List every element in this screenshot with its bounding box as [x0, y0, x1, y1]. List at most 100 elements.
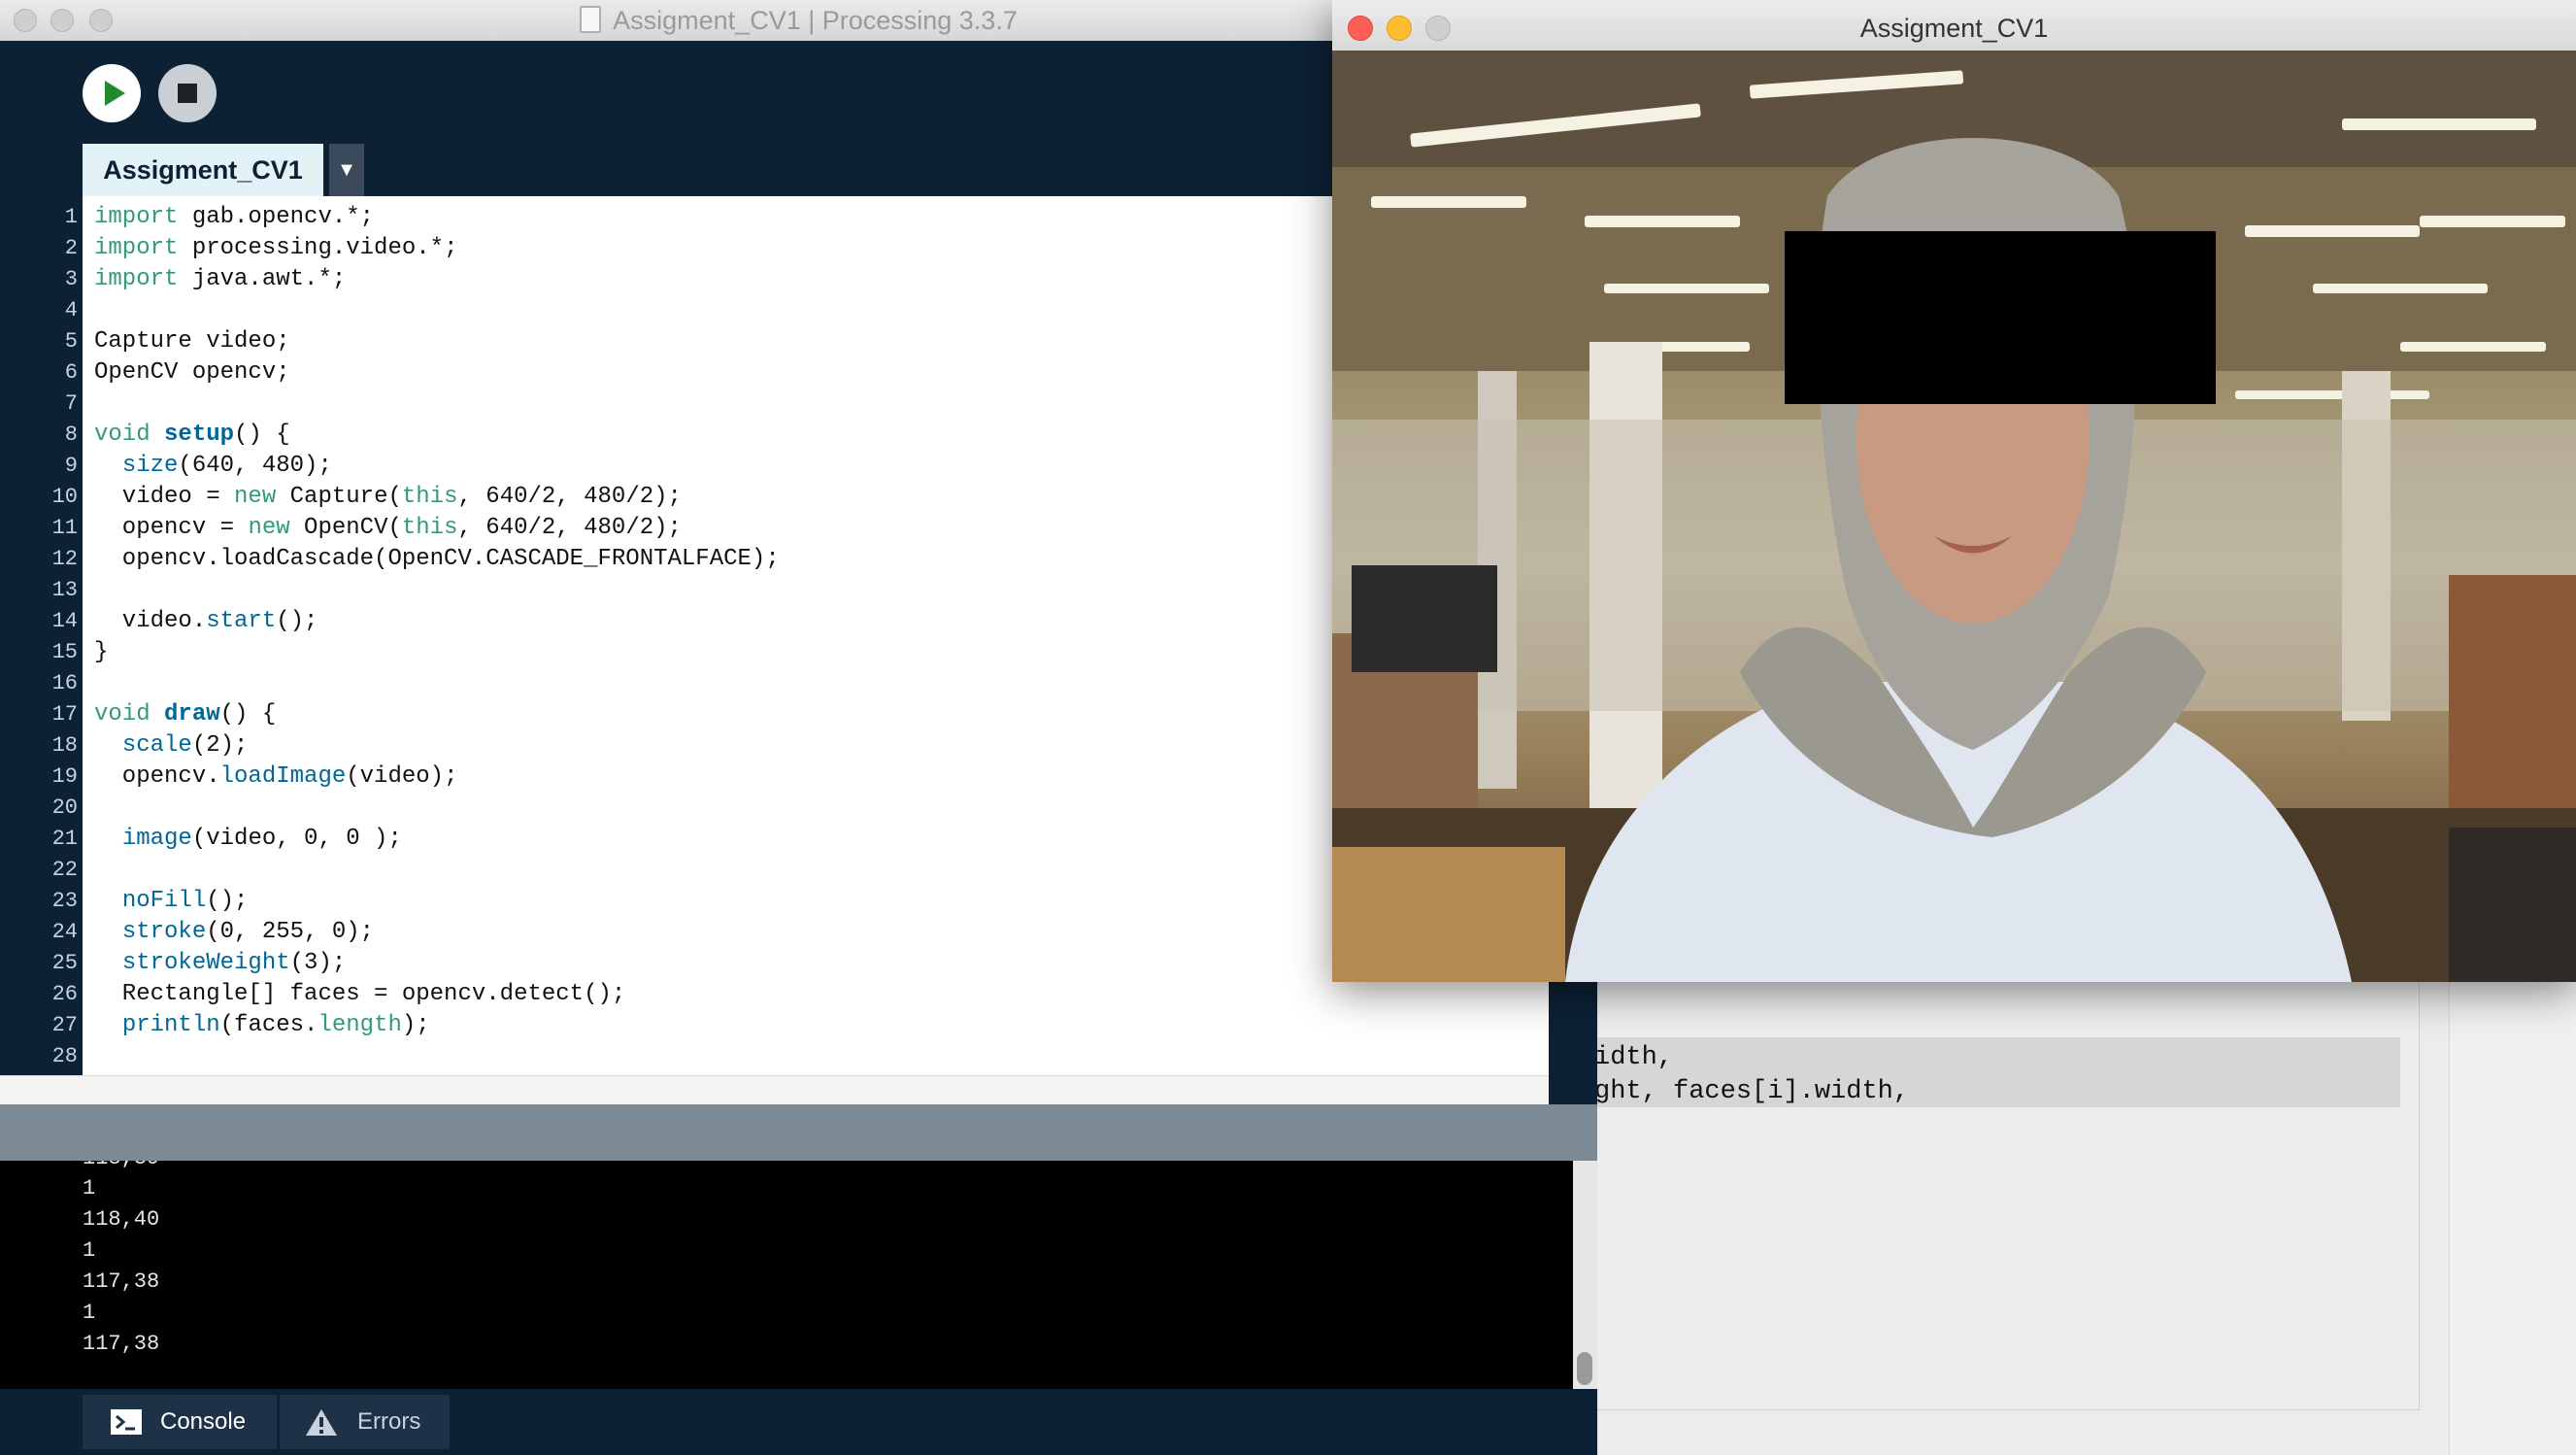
line-number: 21 — [51, 827, 78, 851]
code-line: opencv = new OpenCV(this, 640/2, 480/2); — [94, 513, 682, 544]
line-number: 25 — [51, 951, 78, 975]
ide-title-text: Assigment_CV1 | Processing 3.3.7 — [613, 6, 1018, 35]
tab-errors[interactable]: Errors — [280, 1395, 450, 1449]
tab-console-label: Console — [160, 1408, 247, 1435]
line-number: 2 — [64, 236, 78, 260]
code-token: (3); — [289, 950, 347, 976]
code-line: size(640, 480); — [94, 451, 332, 482]
console-line: 118,40 — [83, 1207, 160, 1232]
code-line: Rectangle[] faces = opencv.detect(); — [94, 981, 626, 1007]
code-line: OpenCV opencv; — [94, 359, 290, 386]
code-line: println(faces.length); — [94, 1010, 430, 1041]
function-token: image — [121, 826, 192, 852]
function-token: start — [206, 608, 277, 634]
keyword-token: this — [401, 484, 458, 510]
webcam-video-frame — [1332, 51, 2576, 982]
code-token: video = — [94, 484, 235, 510]
editor-console-divider[interactable] — [0, 1104, 1597, 1161]
console-output[interactable]: 118,39 1 118,40 1 117,38 1 117,38 — [0, 1161, 1573, 1389]
line-number: 23 — [51, 889, 78, 913]
line-number: 22 — [51, 858, 78, 882]
code-line: import gab.opencv.*; — [94, 202, 374, 233]
line-number: 9 — [64, 454, 78, 478]
code-token: opencv = — [94, 515, 249, 541]
code-token: (2); — [191, 732, 249, 759]
webcam-scene — [1332, 51, 2576, 982]
keyword-token: import — [94, 204, 179, 230]
keyword-token: import — [94, 235, 179, 261]
code-line: strokeWeight(3); — [94, 948, 346, 979]
tab-assigment-cv1[interactable]: Assigment_CV1 — [83, 144, 323, 196]
function-token: strokeWeight — [121, 950, 290, 976]
console-line: 1 — [83, 1176, 96, 1201]
code-line: video.start(); — [94, 606, 318, 637]
code-line: opencv.loadImage(video); — [94, 761, 458, 793]
line-number: 15 — [51, 640, 78, 664]
line-number: 26 — [51, 982, 78, 1006]
function-token: setup — [164, 422, 235, 448]
line-number: 14 — [51, 609, 78, 633]
keyword-token: void — [94, 422, 151, 448]
code-token: java.awt.*; — [178, 266, 347, 292]
console-scrollbar-thumb[interactable] — [1577, 1352, 1592, 1385]
keyword-token: new — [248, 515, 290, 541]
code-token: , 640/2, 480/2); — [457, 484, 682, 510]
line-number: 19 — [51, 764, 78, 789]
keyword-token: import — [94, 266, 179, 292]
code-token: (video); — [346, 763, 458, 790]
line-number: 3 — [64, 267, 78, 291]
console-line: 118,39 — [83, 1161, 159, 1174]
code-token: () { — [234, 422, 290, 448]
function-token: scale — [121, 732, 192, 759]
line-number: 18 — [51, 733, 78, 758]
tab-menu-button[interactable]: ▼ — [329, 144, 364, 196]
code-line: Capture video; — [94, 328, 290, 355]
line-number: 4 — [64, 298, 78, 322]
function-token: draw — [164, 701, 220, 728]
code-line: opencv.loadCascade(OpenCV.CASCADE_FRONTA… — [94, 546, 780, 572]
code-token: () { — [219, 701, 277, 728]
keyword-token: length — [318, 1012, 402, 1038]
line-number: 11 — [51, 516, 78, 540]
stop-button[interactable] — [158, 64, 217, 122]
tab-errors-label: Errors — [357, 1408, 421, 1435]
keyword-token: this — [401, 515, 458, 541]
run-button[interactable] — [83, 64, 141, 122]
function-token: stroke — [121, 919, 207, 945]
code-line: video = new Capture(this, 640/2, 480/2); — [94, 482, 682, 513]
document-icon — [580, 6, 602, 33]
code-token: (video, 0, 0 ); — [191, 826, 402, 852]
background-code-line: idth, — [1594, 1043, 1674, 1072]
line-number: 7 — [64, 391, 78, 416]
code-line: import java.awt.*; — [94, 264, 346, 295]
code-line: void setup() { — [94, 420, 290, 451]
code-token: ); — [401, 1012, 430, 1038]
sketch-window-title: Assigment_CV1 — [1859, 14, 2049, 43]
editor-horizontal-scrollbar[interactable] — [0, 1075, 1549, 1105]
function-token: loadImage — [219, 763, 347, 790]
tab-console[interactable]: Console — [83, 1395, 277, 1449]
code-line: import processing.video.*; — [94, 233, 457, 264]
code-token: (); — [206, 888, 249, 914]
code-token: (); — [276, 608, 318, 634]
line-number: 6 — [64, 360, 78, 385]
keyword-token: new — [234, 484, 277, 510]
line-number: 20 — [51, 795, 78, 820]
function-token: size — [121, 453, 179, 479]
code-line: image(video, 0, 0 ); — [94, 824, 402, 855]
play-icon — [105, 81, 125, 106]
line-number: 16 — [51, 671, 78, 695]
code-line: } — [94, 639, 109, 665]
redaction-box — [1785, 231, 2216, 404]
stop-icon — [178, 84, 197, 103]
code-token: opencv. — [94, 763, 220, 790]
code-token: gab.opencv.*; — [178, 204, 375, 230]
line-number: 1 — [64, 205, 78, 229]
line-number: 27 — [51, 1013, 78, 1037]
